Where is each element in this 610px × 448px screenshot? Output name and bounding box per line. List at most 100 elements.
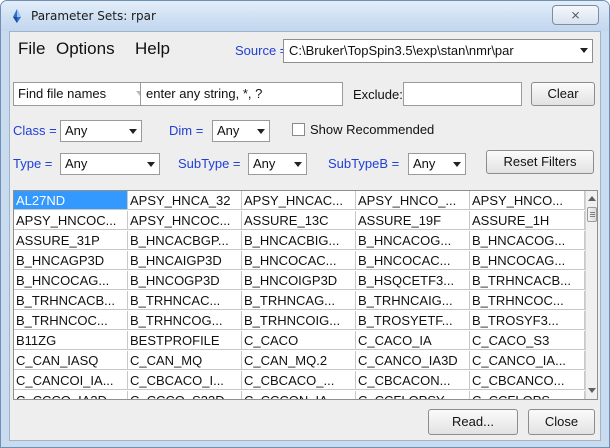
parameter-set-cell[interactable]: C_CAN_IASQ — [14, 351, 128, 370]
search-input[interactable]: enter any string, *, ? — [140, 82, 343, 106]
source-dropdown[interactable]: C:\Bruker\TopSpin3.5\exp\stan\nmr\par — [283, 39, 593, 63]
menu-options[interactable]: Options — [56, 39, 115, 59]
subtype-dropdown[interactable]: Any — [248, 153, 307, 175]
parameter-set-cell[interactable]: B_HNCAGP3D — [14, 251, 128, 270]
parameter-set-cell[interactable]: APSY_HNCO... — [470, 191, 585, 210]
parameter-set-cell[interactable]: C_CCCON_IA — [242, 391, 356, 399]
clear-button[interactable]: Clear — [531, 82, 595, 106]
parameter-set-cell[interactable]: C_CBCACON... — [356, 371, 470, 390]
chevron-down-icon — [257, 129, 265, 134]
menu-help[interactable]: Help — [135, 39, 170, 59]
parameter-set-cell[interactable]: APSY_HNCOC... — [128, 211, 242, 230]
parameter-set-cell[interactable]: B11ZG — [14, 331, 128, 350]
reset-filters-button[interactable]: Reset Filters — [486, 150, 594, 174]
parameter-set-cell[interactable]: APSY_HNCOC... — [14, 211, 128, 230]
parameter-set-cell[interactable]: B_HNCOIGP3D — [242, 271, 356, 290]
dim-label: Dim = — [169, 123, 204, 138]
parameter-set-cell[interactable]: APSY_HNCO_... — [356, 191, 470, 210]
parameter-set-cell[interactable]: APSY_HNCAC... — [242, 191, 356, 210]
find-mode-value: Find file names — [18, 86, 107, 101]
parameter-set-cell[interactable]: B_TROSYETF... — [356, 311, 470, 330]
parameter-set-cell[interactable]: ASSURE_1H — [470, 211, 585, 230]
parameter-set-cell[interactable]: C_CAN_MQ — [128, 351, 242, 370]
parameter-set-cell[interactable]: BESTPROFILE — [128, 331, 242, 350]
show-recommended-label[interactable]: Show Recommended — [310, 122, 434, 137]
chevron-down-icon — [294, 162, 302, 167]
chevron-down-icon — [129, 129, 137, 134]
parameter-set-cell[interactable]: B_TRHNCACB... — [470, 271, 585, 290]
scroll-up-arrow-icon[interactable] — [588, 196, 596, 201]
type-value: Any — [65, 156, 88, 171]
scroll-down-arrow-icon[interactable] — [588, 388, 596, 393]
parameter-set-cell[interactable]: C_CCFLOPSY — [356, 391, 470, 399]
parameter-set-cell[interactable]: B_HNCACOG... — [356, 231, 470, 250]
parameter-sets-dialog: Parameter Sets: rpar ⨯ File Options Help… — [0, 0, 610, 448]
vertical-scrollbar[interactable] — [585, 191, 597, 399]
parameter-set-cell[interactable]: C_CANCO_IA... — [470, 351, 585, 370]
parameter-set-grid: AL27ND APSY_HNCA_32 APSY_HNCAC... APSY_HNCO… — [13, 190, 598, 400]
parameter-set-cell[interactable]: ASSURE_13C — [242, 211, 356, 230]
parameter-set-cell[interactable]: B_TROSYF3... — [470, 311, 585, 330]
scrollbar-thumb[interactable] — [587, 207, 597, 222]
find-mode-dropdown[interactable]: Find file names — [13, 82, 149, 106]
parameter-set-cell[interactable]: B_TRHNCAIG... — [356, 291, 470, 310]
class-label: Class = — [13, 123, 57, 138]
parameter-set-cell[interactable]: B_TRHNCOC... — [470, 291, 585, 310]
parameter-set-cell[interactable]: B_HNCOCAC... — [242, 251, 356, 270]
parameter-set-cell[interactable]: B_TRHNCACB... — [14, 291, 128, 310]
parameter-set-cell[interactable]: B_HSQCETF3... — [356, 271, 470, 290]
grip-line — [590, 216, 595, 217]
dialog-body: File Options Help Source = C:\Bruker\Top… — [9, 31, 601, 441]
parameter-set-cell[interactable]: B_HNCACOG... — [470, 231, 585, 250]
title-bar[interactable]: Parameter Sets: rpar ⨯ — [1, 1, 609, 31]
parameter-set-cell[interactable]: B_HNCOCAG... — [14, 271, 128, 290]
parameter-set-cell[interactable]: B_TRHNCOC... — [14, 311, 128, 330]
parameter-set-cell[interactable]: C_CBCACO_I... — [128, 371, 242, 390]
parameter-set-cell[interactable]: B_TRHNCAG... — [242, 291, 356, 310]
parameter-set-cell[interactable]: B_TRHNCOIG... — [242, 311, 356, 330]
parameter-set-cell[interactable]: C_CANCO_IA3D — [356, 351, 470, 370]
parameter-set-cell[interactable]: C_CAN_MQ.2 — [242, 351, 356, 370]
parameter-set-cell[interactable]: C_CBCACO_... — [242, 371, 356, 390]
parameter-set-cell[interactable]: B_TRHNCAC... — [128, 291, 242, 310]
parameter-set-cell[interactable]: C_CACO_IA — [356, 331, 470, 350]
parameter-set-cell[interactable]: C_CBCANCO... — [470, 371, 585, 390]
exclude-label: Exclude: — [353, 87, 403, 102]
parameter-set-cell[interactable]: C_CANCOI_IA... — [14, 371, 128, 390]
close-button[interactable]: Close — [528, 409, 595, 435]
parameter-set-cell[interactable]: B_HNCOCAC... — [356, 251, 470, 270]
parameter-set-cell[interactable]: AL27ND — [14, 191, 128, 210]
window-close-button[interactable]: ⨯ — [552, 5, 599, 25]
parameter-set-cell[interactable]: B_HNCOCAG... — [470, 251, 585, 270]
source-value: C:\Bruker\TopSpin3.5\exp\stan\nmr\par — [289, 43, 514, 58]
subtypeb-value: Any — [413, 156, 436, 171]
parameter-set-cell[interactable]: ASSURE_19F — [356, 211, 470, 230]
dim-value: Any — [217, 123, 240, 138]
parameter-set-cell[interactable]: B_HNCOGP3D — [128, 271, 242, 290]
menu-file[interactable]: File — [18, 39, 45, 59]
parameter-set-cell[interactable]: APSY_HNCA_32 — [128, 191, 242, 210]
parameter-set-cell[interactable]: C_CACO — [242, 331, 356, 350]
window-title: Parameter Sets: rpar — [31, 9, 156, 23]
dim-dropdown[interactable]: Any — [212, 120, 270, 142]
parameter-set-cell[interactable]: B_HNCACBIG... — [242, 231, 356, 250]
subtypeb-dropdown[interactable]: Any — [408, 153, 466, 175]
exclude-input[interactable] — [403, 82, 522, 106]
show-recommended-checkbox[interactable] — [292, 123, 305, 136]
parameter-set-cell[interactable]: B_HNCAIGP3D — [128, 251, 242, 270]
parameter-set-cell[interactable]: C_CCCO_IA3D — [14, 391, 128, 399]
parameter-set-cell[interactable]: C_CCFLOPS... — [470, 391, 585, 399]
source-label: Source = — [235, 43, 288, 58]
type-dropdown[interactable]: Any — [60, 153, 160, 175]
class-dropdown[interactable]: Any — [60, 120, 142, 142]
type-label: Type = — [13, 156, 53, 171]
read-button[interactable]: Read... — [428, 409, 518, 435]
parameter-set-cell[interactable]: ASSURE_31P — [14, 231, 128, 250]
parameter-set-cell[interactable]: C_CACO_S3 — [470, 331, 585, 350]
subtypeb-label: SubTypeB = — [328, 156, 400, 171]
parameter-set-cell[interactable]: B_TRHNCOG... — [128, 311, 242, 330]
parameter-set-cell[interactable]: B_HNCACBGP... — [128, 231, 242, 250]
class-value: Any — [65, 123, 88, 138]
parameter-set-cell[interactable]: C_CCCO_S33D — [128, 391, 242, 399]
chevron-down-icon — [147, 162, 155, 167]
